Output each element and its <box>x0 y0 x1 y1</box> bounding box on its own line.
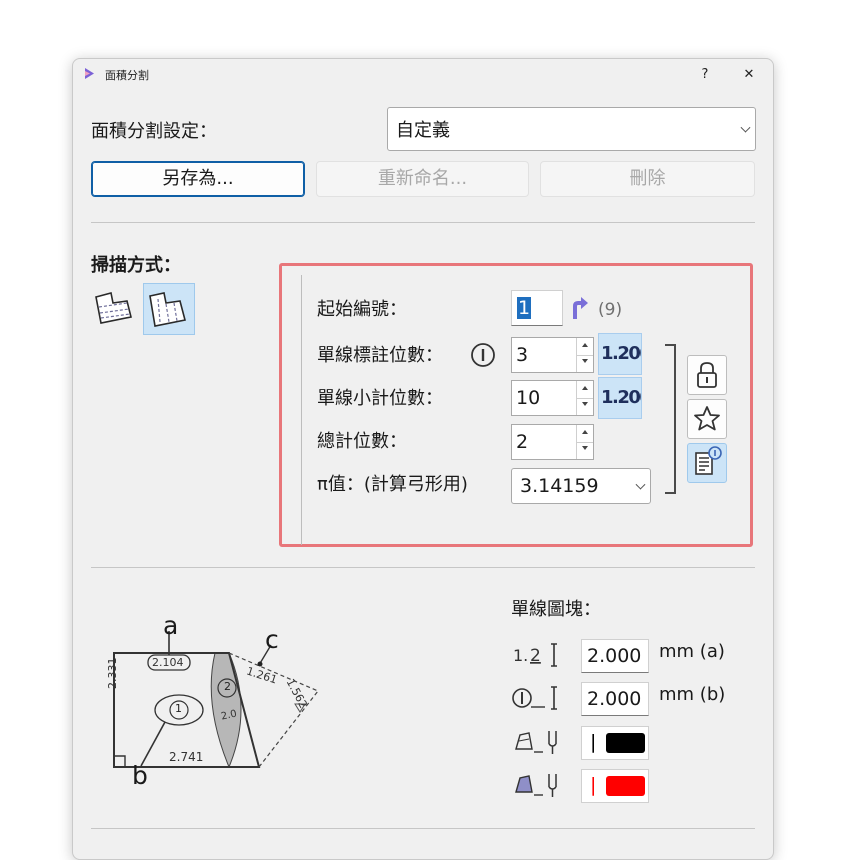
size-a-input[interactable]: 2.000 <box>581 639 649 673</box>
diagram-label-a: a <box>163 611 179 640</box>
scan-mode-1-button[interactable] <box>91 283 143 335</box>
scan-mode-1-icon <box>95 292 132 324</box>
lock-icon <box>697 362 717 388</box>
fill-layer-pen-icon <box>515 774 557 797</box>
save-as-button[interactable]: 另存為... <box>91 161 305 197</box>
size-b-unit: mm (b) <box>659 684 726 705</box>
text-layer-pen-icon <box>515 731 557 754</box>
size-a-unit: mm (a) <box>659 641 725 662</box>
divider-middle <box>91 567 755 568</box>
format-preview-text: 1.200 <box>601 387 641 408</box>
preset-select[interactable]: 自定義 <box>387 107 756 151</box>
scan-mode-label: 掃描方式： <box>91 255 181 276</box>
total-digits-spinner[interactable]: 2 <box>511 424 594 460</box>
fill-color-swatch <box>606 776 645 796</box>
document-info-icon <box>695 446 722 475</box>
single-subtotal-format-button[interactable]: 1.200 <box>598 377 642 419</box>
info-icon[interactable] <box>470 342 496 368</box>
scan-mode-2-button[interactable] <box>143 283 195 335</box>
spin-up-button[interactable] <box>577 381 593 399</box>
size-b-input[interactable]: 2.000 <box>581 682 649 716</box>
preset-label: 面積分割設定： <box>91 121 217 142</box>
chevron-down-icon <box>740 122 751 133</box>
pi-value: 3.14159 <box>520 475 599 497</box>
color-mark: | <box>590 774 597 796</box>
diagram-dim-left: 2.331 <box>106 657 119 690</box>
start-number-value: 1 <box>517 297 532 319</box>
app-icon <box>85 68 94 79</box>
window-title: 面積分割 <box>105 69 149 82</box>
fill-color-picker[interactable]: | <box>581 769 649 803</box>
delete-button[interactable]: 刪除 <box>540 161 755 197</box>
single-dim-label: 單線標註位數： <box>317 345 443 366</box>
up-arrow-icon[interactable] <box>569 295 589 321</box>
diagram-dim-bottom: 2.741 <box>169 750 204 764</box>
diagram-label-c: c <box>265 625 279 654</box>
divider-bottom <box>91 828 755 829</box>
help-button[interactable]: ? <box>685 63 725 87</box>
total-digits-label: 總計位數： <box>317 431 407 452</box>
single-dim-format-button[interactable]: 1.200 <box>598 333 642 375</box>
single-subtotal-spinner[interactable]: 10 <box>511 380 594 416</box>
start-number-input[interactable]: 1 <box>511 290 563 326</box>
single-subtotal-label: 單線小計位數： <box>317 388 443 409</box>
star-icon <box>694 406 720 431</box>
circled-number-icon <box>512 686 557 710</box>
close-button[interactable]: ✕ <box>729 63 769 87</box>
section-vertical-divider <box>301 275 302 545</box>
single-dim-spinner[interactable]: 3 <box>511 337 594 373</box>
svg-text:2: 2 <box>530 646 541 666</box>
diagram-dim-top: 2.104 <box>152 656 184 669</box>
svg-text:1.: 1. <box>513 646 528 665</box>
size-b-value: 2.000 <box>587 688 642 710</box>
diagram-circle-1: 1 <box>175 702 182 715</box>
lock-button[interactable] <box>687 355 727 395</box>
scan-mode-2-icon <box>149 292 186 327</box>
group-bracket <box>665 344 676 494</box>
divider-top <box>91 222 755 223</box>
chevron-down-icon <box>635 479 646 490</box>
start-number-label: 起始編號： <box>317 299 407 320</box>
favorite-button[interactable] <box>687 399 727 439</box>
dimension-number-icon: 1. 2 <box>513 643 557 667</box>
title-bar[interactable]: 面積分割 ? ✕ <box>73 59 773 89</box>
total-digits-value: 2 <box>516 431 529 453</box>
spin-down-button[interactable] <box>577 398 593 415</box>
single-dim-value: 3 <box>516 344 529 366</box>
rename-button[interactable]: 重新命名... <box>316 161 529 197</box>
single-block-label: 單線圖塊： <box>511 599 601 620</box>
next-number-hint: (9) <box>598 300 623 320</box>
spin-up-button[interactable] <box>577 338 593 356</box>
single-subtotal-value: 10 <box>516 387 541 409</box>
note-info-button[interactable] <box>687 443 727 483</box>
diagram-label-b: b <box>132 761 148 790</box>
pi-value-label: π值：(計算弓形用) <box>317 474 468 495</box>
format-preview-text: 1.200 <box>601 343 641 364</box>
area-split-dialog: 面積分割 ? ✕ 面積分割設定： 自定義 另存為... 重新命名... 刪除 掃… <box>72 58 774 860</box>
text-color-swatch <box>606 733 645 753</box>
pi-value-select[interactable]: 3.14159 <box>511 468 651 504</box>
size-a-value: 2.000 <box>587 645 642 667</box>
preset-value: 自定義 <box>396 120 450 141</box>
text-color-picker[interactable]: | <box>581 726 649 760</box>
spin-up-button[interactable] <box>577 425 593 443</box>
diagram-circle-2: 2 <box>224 680 231 693</box>
color-mark: | <box>590 731 597 753</box>
spin-down-button[interactable] <box>577 355 593 372</box>
spin-down-button[interactable] <box>577 442 593 459</box>
